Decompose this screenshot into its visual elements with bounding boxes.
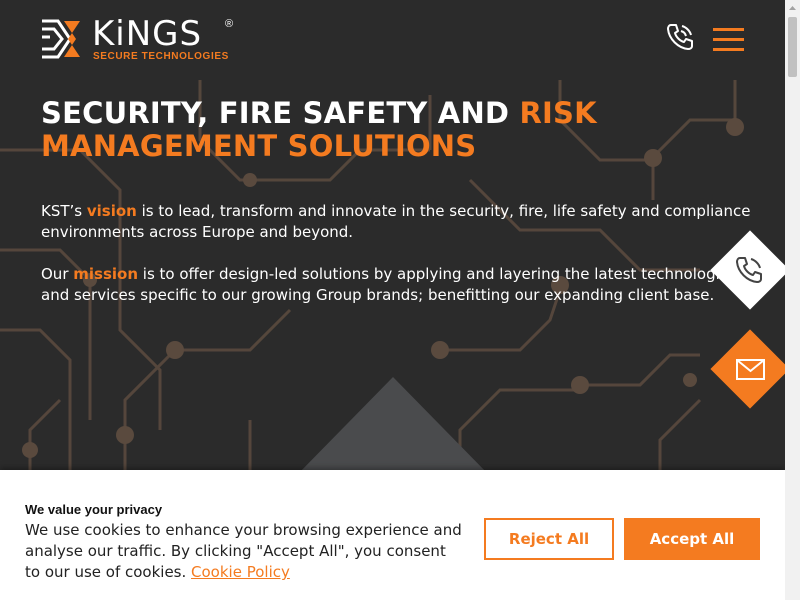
hamburger-menu-icon[interactable] [713, 28, 745, 52]
header-phone-button[interactable] [665, 22, 697, 54]
cookie-banner: We value your privacy We use cookies to … [0, 470, 785, 600]
phone-ringing-icon [667, 24, 693, 50]
reject-all-button[interactable]: Reject All [484, 518, 614, 560]
logo-subtitle: SECURE TECHNOLOGIES [93, 51, 229, 62]
page-scrollbar[interactable] [785, 0, 800, 600]
scrollbar-thumb[interactable] [788, 17, 797, 77]
hero-title: SECURITY, FIRE SAFETY AND RISK MANAGEMENT… [41, 96, 597, 163]
vision-paragraph: KST’s vision is to lead, transform and i… [41, 202, 751, 241]
side-mail-button[interactable] [706, 325, 794, 413]
site-header: KiNGS ® SECURE TECHNOLOGIES [0, 0, 785, 80]
kings-logo[interactable]: KiNGS ® SECURE TECHNOLOGIES [40, 14, 240, 63]
logo-registered-mark: ® [225, 18, 234, 30]
scroll-up-arrow-icon[interactable] [785, 0, 800, 16]
logo-wordmark: KiNGS [92, 14, 203, 54]
page: KiNGS ® SECURE TECHNOLOGIES SECURITY, FI… [0, 0, 785, 600]
cookie-text: We use cookies to enhance your browsing … [25, 521, 462, 581]
cookie-policy-link[interactable]: Cookie Policy [191, 563, 290, 581]
side-phone-button[interactable] [706, 226, 794, 314]
kings-logo-mark-icon [42, 19, 80, 59]
accept-all-button[interactable]: Accept All [624, 518, 760, 560]
mission-paragraph: Our mission is to offer design-led solut… [41, 265, 737, 304]
decorative-triangle [295, 377, 491, 477]
cookie-title: We value your privacy [25, 502, 163, 517]
